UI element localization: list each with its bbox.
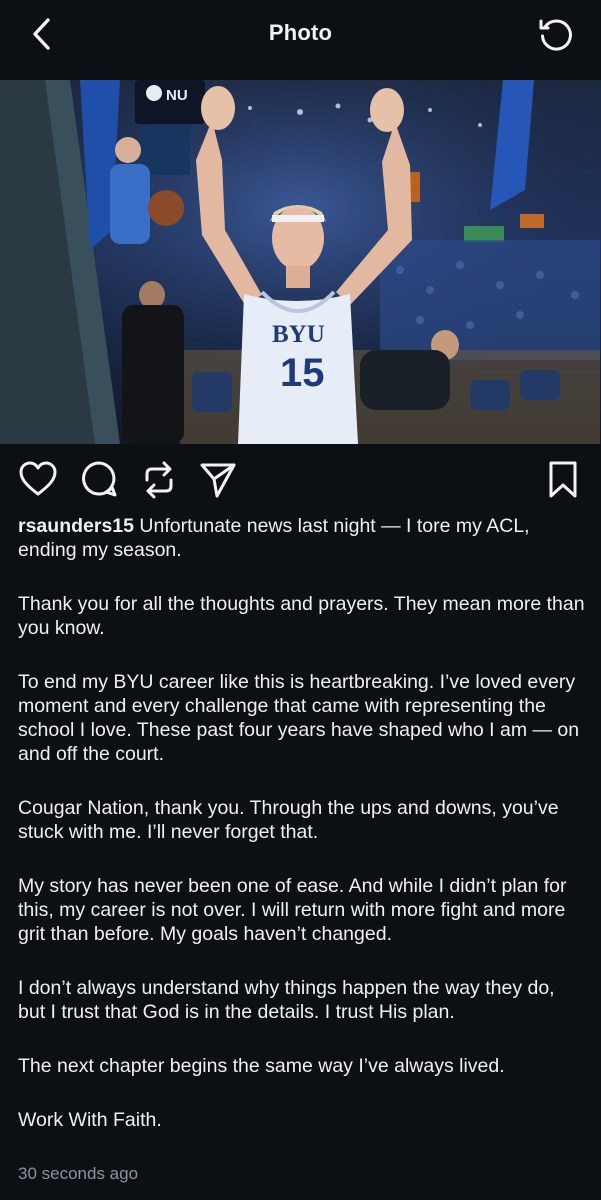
save-button[interactable]: [543, 458, 583, 502]
username[interactable]: rsaunders15: [18, 515, 134, 537]
repost-icon: [145, 461, 173, 499]
refresh-button[interactable]: [536, 14, 576, 54]
comment-icon: [82, 461, 117, 497]
caption-paragraph: I don’t always understand why things hap…: [18, 977, 555, 1023]
caption-paragraph: My story has never been one of ease. And…: [18, 875, 567, 945]
bookmark-icon: [549, 461, 577, 498]
scoreboard-text: NU: [166, 87, 188, 104]
caption-paragraph: The next chapter begins the same way I’v…: [18, 1055, 505, 1077]
post-photo[interactable]: NU BYU 15: [0, 80, 601, 444]
heart-icon: [19, 461, 57, 496]
refresh-icon: [539, 19, 572, 51]
caption-paragraph: To end my BYU career like this is heartb…: [18, 671, 580, 765]
caption-paragraph: Work With Faith.: [18, 1109, 162, 1131]
like-button[interactable]: [18, 458, 58, 502]
post-timestamp: 30 seconds ago: [18, 1164, 139, 1183]
post-caption: rsaunders15 Unfortunate news last night …: [18, 514, 586, 1162]
caption-paragraph: Thank you for all the thoughts and praye…: [18, 593, 585, 639]
jersey-text: BYU: [272, 321, 325, 348]
caption-paragraph: Cougar Nation, thank you. Through the up…: [18, 797, 559, 843]
post-photo-image: NU BYU 15: [0, 80, 601, 444]
share-button[interactable]: [198, 458, 238, 502]
repost-button[interactable]: [139, 458, 179, 502]
share-icon: [200, 463, 236, 498]
comment-button[interactable]: [79, 458, 119, 502]
page-title: Photo: [268, 20, 333, 45]
caption-paragraph: rsaunders15 Unfortunate news last night …: [18, 514, 586, 562]
jersey-number: 15: [280, 351, 325, 395]
top-bar: Photo: [0, 0, 601, 80]
action-bar: [0, 458, 601, 504]
